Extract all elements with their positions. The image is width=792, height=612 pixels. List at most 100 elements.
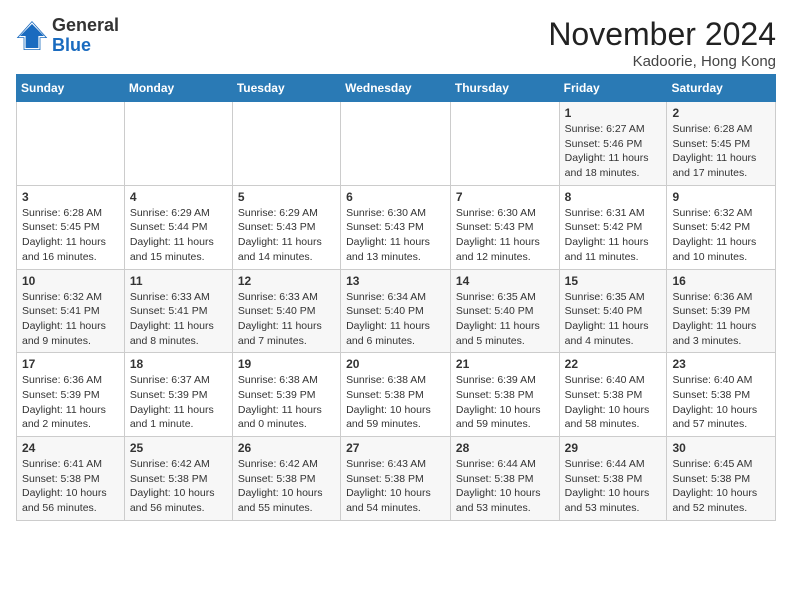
calendar-day-cell: 14 Sunrise: 6:35 AM Sunset: 5:40 PM Dayli… [450, 269, 559, 353]
day-number: 12 [238, 274, 335, 288]
day-number: 23 [672, 357, 770, 371]
day-info: Sunrise: 6:42 AM Sunset: 5:38 PM Dayligh… [238, 457, 335, 516]
calendar-day-cell: 4Sunrise: 6:29 AM Sunset: 5:44 PM Daylig… [124, 185, 232, 269]
calendar-body: 1 Sunrise: 6:27 AM Sunset: 5:46 PM Daylig… [17, 102, 776, 521]
calendar-day-cell: 29 Sunrise: 6:44 AM Sunset: 5:38 PM Dayli… [559, 437, 667, 521]
calendar-day-cell: 26 Sunrise: 6:42 AM Sunset: 5:38 PM Dayli… [232, 437, 340, 521]
calendar-day-cell [124, 102, 232, 186]
weekday-header-cell: Wednesday [341, 75, 451, 102]
day-info: Sunrise: 6:43 AM Sunset: 5:38 PM Dayligh… [346, 457, 445, 516]
day-number: 16 [672, 274, 770, 288]
day-info: Sunrise: 6:32 AM Sunset: 5:42 PM Dayligh… [672, 206, 770, 265]
day-info: Sunrise: 6:37 AM Sunset: 5:39 PM Dayligh… [130, 373, 227, 432]
title-block: November 2024 Kadoorie, Hong Kong [548, 16, 776, 70]
day-number: 1 [565, 106, 662, 120]
month-title: November 2024 [548, 16, 776, 53]
day-info: Sunrise: 6:36 AM Sunset: 5:39 PM Dayligh… [22, 373, 119, 432]
day-number: 5 [238, 190, 335, 204]
day-number: 2 [672, 106, 770, 120]
day-number: 4 [130, 190, 227, 204]
page-header: General Blue November 2024 Kadoorie, Hon… [16, 16, 776, 70]
calendar-week-row: 10Sunrise: 6:32 AM Sunset: 5:41 PM Dayli… [17, 269, 776, 353]
calendar-day-cell: 3 Sunrise: 6:28 AM Sunset: 5:45 PM Daylig… [17, 185, 125, 269]
day-info: Sunrise: 6:28 AM Sunset: 5:45 PM Dayligh… [22, 206, 119, 265]
calendar-day-cell: 27 Sunrise: 6:43 AM Sunset: 5:38 PM Dayli… [341, 437, 451, 521]
calendar-day-cell: 7 Sunrise: 6:30 AM Sunset: 5:43 PM Daylig… [450, 185, 559, 269]
calendar-day-cell: 28Sunrise: 6:44 AM Sunset: 5:38 PM Dayli… [450, 437, 559, 521]
logo: General Blue [16, 16, 119, 56]
day-info: Sunrise: 6:35 AM Sunset: 5:40 PM Dayligh… [565, 290, 662, 349]
day-number: 8 [565, 190, 662, 204]
logo-icon [16, 20, 48, 52]
day-info: Sunrise: 6:45 AM Sunset: 5:38 PM Dayligh… [672, 457, 770, 516]
calendar-week-row: 1 Sunrise: 6:27 AM Sunset: 5:46 PM Daylig… [17, 102, 776, 186]
day-number: 13 [346, 274, 445, 288]
calendar-day-cell [341, 102, 451, 186]
day-number: 28 [456, 441, 554, 455]
day-number: 3 [22, 190, 119, 204]
calendar-day-cell: 21 Sunrise: 6:39 AM Sunset: 5:38 PM Dayli… [450, 353, 559, 437]
day-number: 14 [456, 274, 554, 288]
day-info: Sunrise: 6:33 AM Sunset: 5:41 PM Dayligh… [130, 290, 227, 349]
weekday-header-cell: Tuesday [232, 75, 340, 102]
calendar-day-cell [232, 102, 340, 186]
day-number: 25 [130, 441, 227, 455]
calendar-day-cell: 9 Sunrise: 6:32 AM Sunset: 5:42 PM Daylig… [667, 185, 776, 269]
calendar-day-cell: 18 Sunrise: 6:37 AM Sunset: 5:39 PM Dayli… [124, 353, 232, 437]
calendar-day-cell: 5 Sunrise: 6:29 AM Sunset: 5:43 PM Daylig… [232, 185, 340, 269]
day-number: 10 [22, 274, 119, 288]
calendar-day-cell: 20Sunrise: 6:38 AM Sunset: 5:38 PM Dayli… [341, 353, 451, 437]
day-info: Sunrise: 6:28 AM Sunset: 5:45 PM Dayligh… [672, 122, 770, 181]
day-number: 27 [346, 441, 445, 455]
day-info: Sunrise: 6:30 AM Sunset: 5:43 PM Dayligh… [346, 206, 445, 265]
day-number: 15 [565, 274, 662, 288]
day-info: Sunrise: 6:38 AM Sunset: 5:39 PM Dayligh… [238, 373, 335, 432]
location-subtitle: Kadoorie, Hong Kong [548, 53, 776, 70]
day-number: 21 [456, 357, 554, 371]
weekday-header-row: SundayMondayTuesdayWednesdayThursdayFrid… [17, 75, 776, 102]
day-number: 11 [130, 274, 227, 288]
day-info: Sunrise: 6:44 AM Sunset: 5:38 PM Dayligh… [565, 457, 662, 516]
day-info: Sunrise: 6:35 AM Sunset: 5:40 PM Dayligh… [456, 290, 554, 349]
day-number: 29 [565, 441, 662, 455]
day-info: Sunrise: 6:29 AM Sunset: 5:43 PM Dayligh… [238, 206, 335, 265]
logo-text: General Blue [52, 16, 119, 56]
calendar-day-cell: 25Sunrise: 6:42 AM Sunset: 5:38 PM Dayli… [124, 437, 232, 521]
weekday-header-cell: Sunday [17, 75, 125, 102]
calendar-week-row: 24 Sunrise: 6:41 AM Sunset: 5:38 PM Dayli… [17, 437, 776, 521]
calendar-table: SundayMondayTuesdayWednesdayThursdayFrid… [16, 74, 776, 521]
day-info: Sunrise: 6:40 AM Sunset: 5:38 PM Dayligh… [565, 373, 662, 432]
calendar-week-row: 3 Sunrise: 6:28 AM Sunset: 5:45 PM Daylig… [17, 185, 776, 269]
day-number: 17 [22, 357, 119, 371]
day-number: 18 [130, 357, 227, 371]
day-number: 6 [346, 190, 445, 204]
day-number: 26 [238, 441, 335, 455]
calendar-day-cell: 6 Sunrise: 6:30 AM Sunset: 5:43 PM Daylig… [341, 185, 451, 269]
calendar-day-cell: 16Sunrise: 6:36 AM Sunset: 5:39 PM Dayli… [667, 269, 776, 353]
day-info: Sunrise: 6:30 AM Sunset: 5:43 PM Dayligh… [456, 206, 554, 265]
calendar-day-cell: 17 Sunrise: 6:36 AM Sunset: 5:39 PM Dayli… [17, 353, 125, 437]
day-number: 7 [456, 190, 554, 204]
day-number: 22 [565, 357, 662, 371]
weekday-header-cell: Saturday [667, 75, 776, 102]
day-info: Sunrise: 6:39 AM Sunset: 5:38 PM Dayligh… [456, 373, 554, 432]
day-info: Sunrise: 6:27 AM Sunset: 5:46 PM Dayligh… [565, 122, 662, 181]
day-number: 24 [22, 441, 119, 455]
calendar-week-row: 17 Sunrise: 6:36 AM Sunset: 5:39 PM Dayli… [17, 353, 776, 437]
day-info: Sunrise: 6:33 AM Sunset: 5:40 PM Dayligh… [238, 290, 335, 349]
day-info: Sunrise: 6:41 AM Sunset: 5:38 PM Dayligh… [22, 457, 119, 516]
calendar-day-cell: 2 Sunrise: 6:28 AM Sunset: 5:45 PM Daylig… [667, 102, 776, 186]
day-info: Sunrise: 6:34 AM Sunset: 5:40 PM Dayligh… [346, 290, 445, 349]
day-number: 9 [672, 190, 770, 204]
calendar-day-cell: 10Sunrise: 6:32 AM Sunset: 5:41 PM Dayli… [17, 269, 125, 353]
weekday-header-cell: Monday [124, 75, 232, 102]
day-number: 30 [672, 441, 770, 455]
calendar-day-cell [450, 102, 559, 186]
day-info: Sunrise: 6:31 AM Sunset: 5:42 PM Dayligh… [565, 206, 662, 265]
calendar-day-cell: 1 Sunrise: 6:27 AM Sunset: 5:46 PM Daylig… [559, 102, 667, 186]
calendar-day-cell: 30 Sunrise: 6:45 AM Sunset: 5:38 PM Dayli… [667, 437, 776, 521]
calendar-day-cell: 12 Sunrise: 6:33 AM Sunset: 5:40 PM Dayli… [232, 269, 340, 353]
weekday-header-cell: Friday [559, 75, 667, 102]
day-number: 20 [346, 357, 445, 371]
day-info: Sunrise: 6:40 AM Sunset: 5:38 PM Dayligh… [672, 373, 770, 432]
